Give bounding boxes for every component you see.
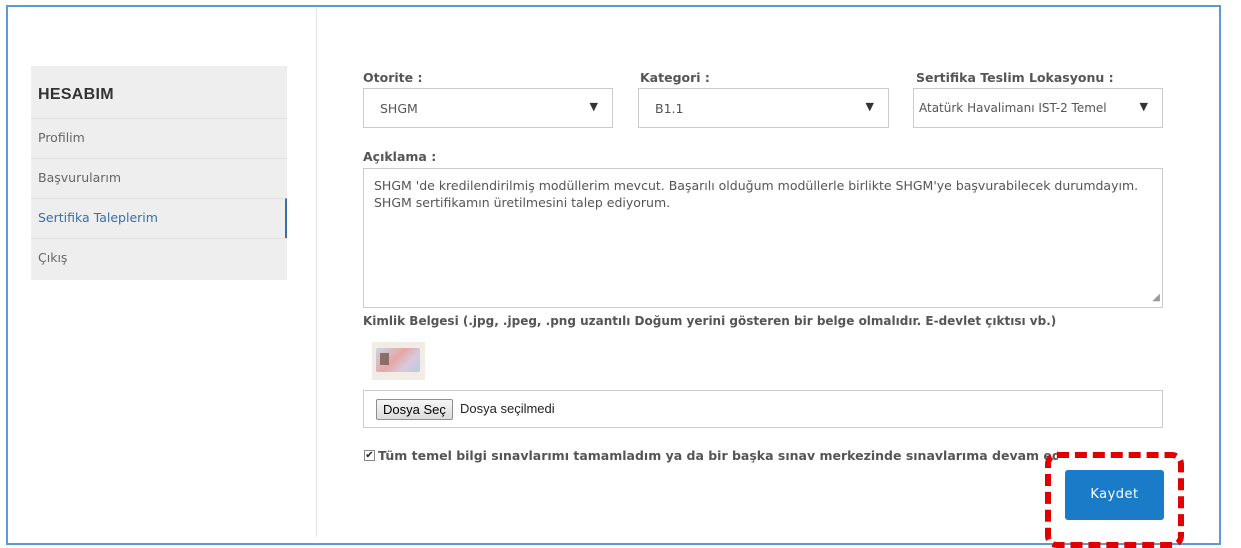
- location-value: Atatürk Havalimanı IST-2 Temel: [919, 101, 1107, 115]
- confirm-checkbox[interactable]: ✔: [364, 450, 375, 461]
- dropdown-arrow-icon: ▼: [1139, 100, 1148, 113]
- description-line: SHGM 'de kredilendirilmiş modüllerim mev…: [374, 178, 1139, 193]
- column-divider: [316, 7, 317, 537]
- confirm-label: Tüm temel bilgi sınavlarımı tamamladım y…: [378, 448, 1058, 463]
- sidebar-item-profile[interactable]: Profilim: [31, 118, 287, 158]
- save-button[interactable]: Kaydet: [1065, 470, 1164, 520]
- sidebar-item-certificate-requests[interactable]: Sertifika Taleplerim: [31, 198, 287, 238]
- account-sidebar: HESABIM Profilim Başvurularım Sertifika …: [31, 66, 287, 280]
- authority-select[interactable]: SHGM ▼: [363, 88, 613, 128]
- choose-file-button[interactable]: Dosya Seç: [376, 399, 453, 420]
- sidebar-item-logout[interactable]: Çıkış: [31, 238, 287, 278]
- location-label: Sertifika Teslim Lokasyonu :: [916, 70, 1114, 85]
- description-textarea[interactable]: SHGM 'de kredilendirilmiş modüllerim mev…: [363, 168, 1163, 308]
- id-card-thumbnail: [372, 342, 425, 380]
- dropdown-arrow-icon: ▼: [589, 100, 598, 113]
- description-line: SHGM sertifikamın üretilmesini talep edi…: [374, 195, 671, 210]
- description-label: Açıklama :: [363, 149, 437, 164]
- sidebar-item-applications[interactable]: Başvurularım: [31, 158, 287, 198]
- category-label: Kategori :: [640, 70, 710, 85]
- authority-label: Otorite :: [363, 70, 423, 85]
- resize-handle-icon[interactable]: ◢: [1152, 289, 1160, 306]
- id-photo: [380, 353, 389, 365]
- sidebar-title: HESABIM: [38, 86, 114, 103]
- category-select[interactable]: B1.1 ▼: [638, 88, 889, 128]
- dropdown-arrow-icon: ▼: [865, 100, 874, 113]
- location-select[interactable]: Atatürk Havalimanı IST-2 Temel ▼: [913, 88, 1163, 128]
- category-value: B1.1: [655, 101, 684, 116]
- file-status: Dosya seçilmedi: [460, 401, 555, 416]
- authority-value: SHGM: [380, 101, 418, 116]
- file-upload-field: Dosya Seç Dosya seçilmedi: [363, 390, 1163, 428]
- id-document-label: Kimlik Belgesi (.jpg, .jpeg, .png uzantı…: [363, 314, 1057, 328]
